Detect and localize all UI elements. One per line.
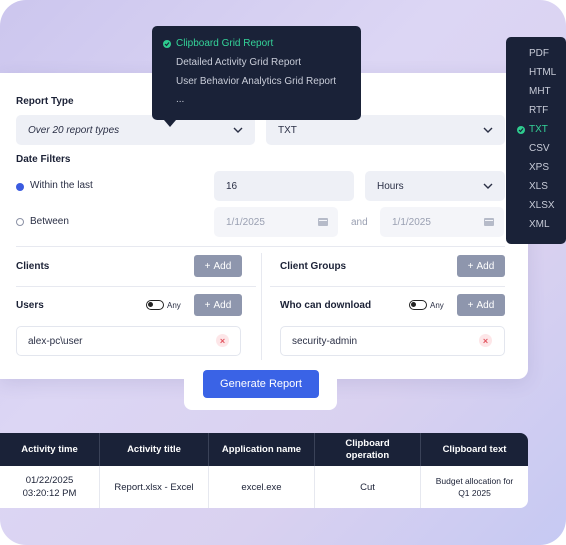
plus-icon: + [204,299,211,311]
table-row[interactable]: 01/22/2025 03:20:12 PM Report.xlsx - Exc… [0,466,528,508]
format-item[interactable]: CSV [529,143,550,154]
user-tag-label: alex-pc\user [28,335,83,347]
column-header[interactable]: Application name [209,433,314,466]
dropdown-item-label: Clipboard Grid Report [176,38,274,49]
download-any-label: Any [430,301,444,310]
who-can-download-label: Who can download [280,300,372,311]
format-item[interactable]: XPS [529,162,549,173]
dropdown-pointer [164,120,176,127]
to-date-value: 1/1/2025 [392,216,431,228]
table-cell: Cut [360,481,375,493]
add-client-button[interactable]: + Add [194,255,242,277]
dropdown-item[interactable]: Detailed Activity Grid Report [176,57,301,68]
unit-value: Hours [377,180,404,192]
remove-user-icon[interactable]: × [216,334,229,347]
to-date-input[interactable]: 1/1/2025 [380,207,504,237]
column-header[interactable]: Activity title [100,433,208,466]
within-label: Within the last [30,180,93,191]
users-any-label: Any [167,301,181,310]
chevron-down-icon [483,127,493,133]
column-header[interactable]: Clipboard operation [315,433,420,466]
table-cell: 01/22/2025 03:20:12 PM [22,475,77,499]
format-item-selected[interactable]: TXT [517,124,548,135]
users-any-toggle[interactable] [146,300,164,310]
remove-downloader-icon[interactable]: × [479,334,492,347]
between-radio[interactable] [16,218,24,226]
chevron-down-icon [483,183,493,189]
and-label: and [351,217,368,228]
users-label: Users [16,300,44,311]
format-item-label: TXT [529,124,548,135]
dropdown-item-selected[interactable]: Clipboard Grid Report [163,38,273,49]
unit-select[interactable]: Hours [365,171,505,201]
add-downloader-button[interactable]: + Add [457,294,505,316]
plus-icon: + [204,260,211,272]
format-item[interactable]: XLS [529,181,548,192]
column-separator [208,466,209,508]
table-header: Activity time Activity title Application… [0,433,528,466]
check-circle-icon [517,125,525,134]
format-item[interactable]: HTML [529,67,556,78]
calendar-icon [318,218,328,226]
vertical-divider [261,253,262,360]
dropdown-item[interactable]: User Behavior Analytics Grid Report [176,76,336,87]
between-label: Between [30,216,69,227]
plus-icon: + [467,260,474,272]
column-header[interactable]: Activity time [0,433,99,466]
client-groups-label: Client Groups [280,261,347,272]
check-circle-icon [163,39,171,48]
column-separator [420,466,421,508]
download-tag: security-admin [280,326,505,356]
from-date-value: 1/1/2025 [226,216,265,228]
table-cell: Budget allocation for Q1 2025 [435,476,514,498]
within-value-input[interactable]: 16 [214,171,354,201]
report-type-dropdown: Clipboard Grid Report Detailed Activity … [152,26,361,120]
add-label: Add [476,299,495,311]
calendar-icon [484,218,494,226]
dropdown-item[interactable]: ... [176,94,184,105]
format-item[interactable]: MHT [529,86,551,97]
format-value: TXT [278,124,297,136]
format-item[interactable]: RTF [529,105,548,116]
divider [16,246,505,247]
column-separator [99,466,100,508]
table-cell: Report.xlsx - Excel [114,481,194,493]
format-item[interactable]: XLSX [529,200,555,211]
from-date-input[interactable]: 1/1/2025 [214,207,338,237]
results-table: Activity time Activity title Application… [0,433,528,508]
add-label: Add [476,260,495,272]
generate-report-button[interactable]: Generate Report [203,370,319,398]
chevron-down-icon [233,127,243,133]
divider [270,286,505,287]
within-radio[interactable] [16,183,24,191]
column-separator [314,466,315,508]
user-tag: alex-pc\user [16,326,241,356]
format-item[interactable]: XML [529,219,550,230]
plus-icon: + [467,299,474,311]
add-label: Add [213,260,232,272]
add-client-group-button[interactable]: + Add [457,255,505,277]
format-dropdown: PDF HTML MHT RTF TXT CSV XPS XLS XLSX XM… [506,37,566,244]
divider [16,286,256,287]
format-item[interactable]: PDF [529,48,549,59]
column-header[interactable]: Clipboard text [421,433,528,466]
date-filters-label: Date Filters [16,154,71,165]
clients-label: Clients [16,261,50,272]
table-cell: excel.exe [241,481,282,493]
report-type-value: Over 20 report types [28,124,120,136]
add-user-button[interactable]: + Add [194,294,242,316]
add-label: Add [213,299,232,311]
download-any-toggle[interactable] [409,300,427,310]
report-type-label: Report Type [16,96,74,107]
download-tag-label: security-admin [292,335,358,347]
